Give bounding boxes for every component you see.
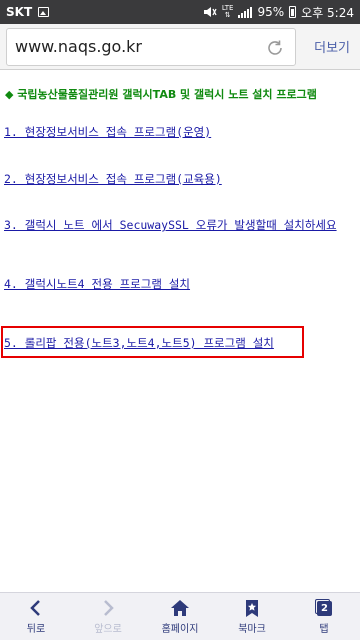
signal-strength-icon [238,6,253,18]
reload-icon[interactable] [265,38,285,58]
page-content: ◆ 국립농산물품질관리원 갤럭시TAB 및 갤럭시 노트 설치 프로그램 1. … [0,70,360,592]
bottom-nav: 뒤로 앞으로 홈페이지 북마크 2 탭 [0,592,360,640]
carrier-label: SKT [6,5,33,19]
status-icons: LTE ⇅ 95% 오후 5:24 [203,4,354,21]
link-field-info-training[interactable]: 2. 현장정보서비스 접속 프로그램(교육용) [4,171,222,187]
clock: 오후 5:24 [301,5,354,20]
tabs-button[interactable]: 2 탭 [288,593,360,640]
link-note4-program[interactable]: 4. 갤럭시노트4 전용 프로그램 설치 [4,276,190,292]
page-heading: ◆ 국립농산물품질관리원 갤럭시TAB 및 갤럭시 노트 설치 프로그램 [5,88,317,101]
link-lollipop-program[interactable]: 5. 롤리팝 전용(노트3,노트4,노트5) 프로그램 설치 [4,335,274,351]
tab-count: 2 [321,602,328,614]
battery-icon [289,6,297,18]
back-label: 뒤로 [26,624,46,635]
tabs-icon: 2 [315,598,333,617]
link-field-info-service[interactable]: 1. 현장정보서비스 접속 프로그램(운영) [4,124,211,140]
url-text: www.naqs.go.kr [15,37,142,56]
mute-icon [203,7,217,17]
bookmark-icon [246,600,258,617]
battery-percent: 95% [257,5,285,19]
tabs-label: 탭 [319,623,329,635]
back-button[interactable]: 뒤로 [0,593,72,640]
network-type-label: LTE ⇅ [221,4,234,19]
image-notification-icon [38,7,50,17]
url-field[interactable]: www.naqs.go.kr [6,27,296,66]
home-icon [171,600,189,616]
browser-toolbar: www.naqs.go.kr 더보기 [0,24,360,70]
more-menu-button[interactable]: 더보기 [314,37,354,56]
status-bar: SKT LTE ⇅ 95% 오후 5:24 [0,0,360,24]
bookmarks-button[interactable]: 북마크 [216,593,288,640]
forward-button[interactable]: 앞으로 [72,593,144,640]
chevron-right-icon [104,600,114,616]
bookmarks-label: 북마크 [238,624,266,635]
home-label: 홈페이지 [161,624,199,635]
chevron-left-icon [30,600,40,616]
forward-label: 앞으로 [94,624,122,635]
link-secuwayssl-fix[interactable]: 3. 갤럭시 노트 에서 SecuwaySSL 오류가 발생할때 설치하세요 [4,217,337,233]
home-button[interactable]: 홈페이지 [144,593,216,640]
